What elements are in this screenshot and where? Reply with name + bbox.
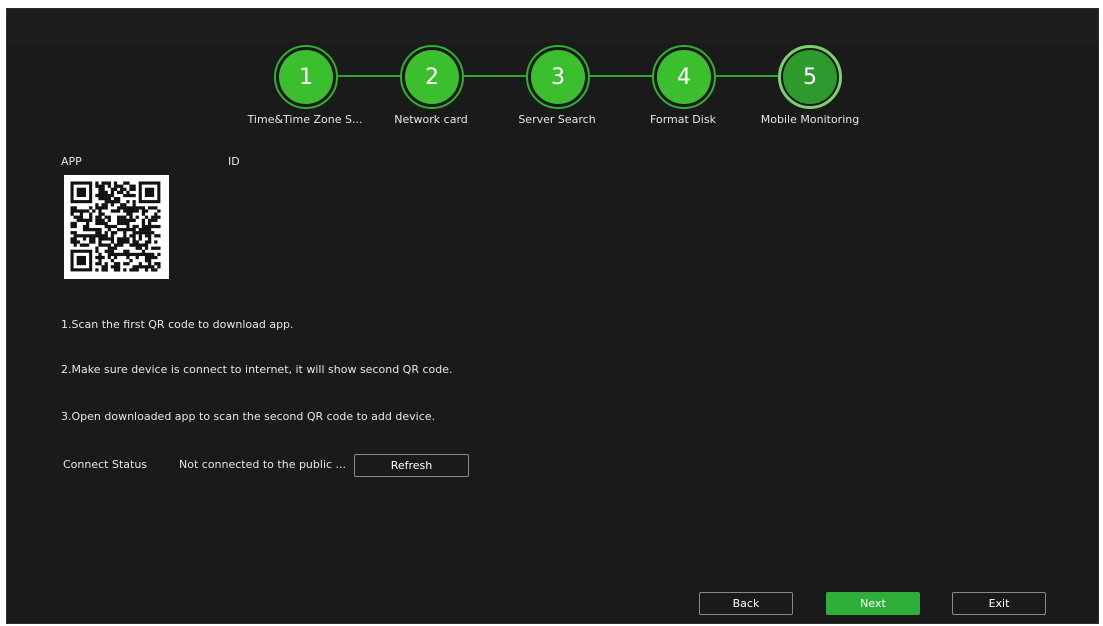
wizard-step-1: 1 [274,45,338,109]
refresh-button[interactable]: Refresh [354,454,469,477]
id-label: ID [228,155,240,168]
step-number: 5 [783,50,837,104]
exit-button[interactable]: Exit [952,592,1046,615]
step-number: 4 [657,50,711,104]
connect-status-value: Not connected to the public ... [179,458,347,471]
app-download-qr [64,175,169,279]
step-connector [589,75,653,77]
step-connector [337,75,401,77]
next-button[interactable]: Next [826,592,920,615]
step-connector [463,75,527,77]
wizard-step-5: 5 [778,45,842,109]
step-number: 3 [531,50,585,104]
app-label: APP [61,155,82,168]
wizard-step-4: 4 [652,45,716,109]
setup-wizard-window: 1 2 3 4 5 Time&Time Zone S... Network ca… [6,8,1099,624]
step-label-format-disk: Format Disk [650,113,716,126]
back-button[interactable]: Back [699,592,793,615]
instruction-1: 1.Scan the first QR code to download app… [61,318,294,331]
step-label-time-zone: Time&Time Zone S... [247,113,363,126]
step-number: 1 [279,50,333,104]
connect-status-label: Connect Status [63,458,148,471]
wizard-step-2: 2 [400,45,464,109]
top-band [7,9,1098,43]
instruction-3: 3.Open downloaded app to scan the second… [61,410,436,423]
step-label-server-search: Server Search [518,113,596,126]
qr-code-icon [70,181,161,272]
instruction-2: 2.Make sure device is connect to interne… [61,363,453,376]
step-label-mobile-monitoring: Mobile Monitoring [760,113,860,126]
step-label-network-card: Network card [394,113,468,126]
step-number: 2 [405,50,459,104]
step-connector [715,75,779,77]
wizard-step-3: 3 [526,45,590,109]
